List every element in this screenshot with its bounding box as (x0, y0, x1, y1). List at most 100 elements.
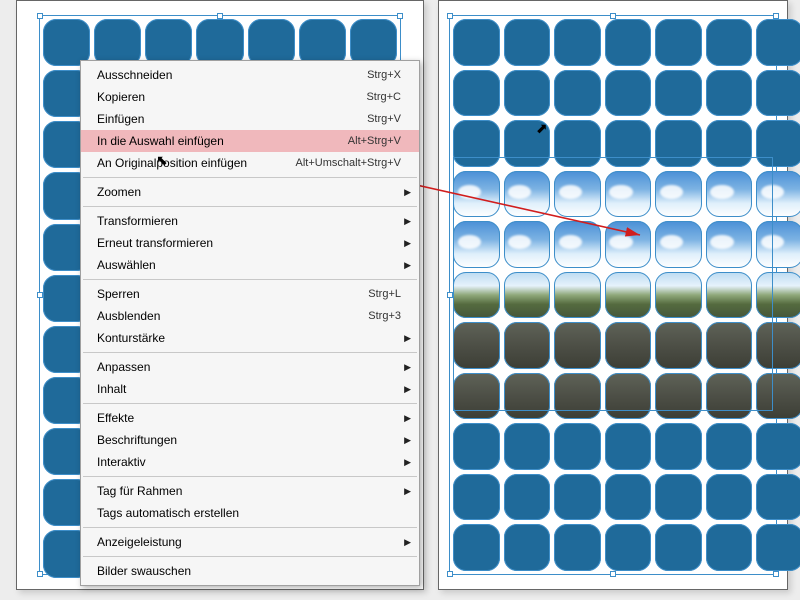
chevron-right-icon: ▶ (404, 333, 411, 344)
menu-item-label: Tag für Rahmen (97, 484, 401, 498)
grid-dot[interactable] (706, 19, 753, 66)
menu-item[interactable]: Tag für Rahmen▶ (81, 480, 419, 502)
menu-item[interactable]: Beschriftungen▶ (81, 429, 419, 451)
grid-dot[interactable] (756, 474, 800, 521)
menu-item-label: Beschriftungen (97, 433, 401, 447)
grid-dot[interactable] (605, 70, 652, 117)
menu-item-shortcut: Strg+V (367, 113, 401, 125)
grid-dot[interactable] (655, 524, 702, 571)
grid-dot[interactable] (706, 423, 753, 470)
menu-item[interactable]: Anpassen▶ (81, 356, 419, 378)
menu-item[interactable]: SperrenStrg+L (81, 283, 419, 305)
menu-item[interactable]: Inhalt▶ (81, 378, 419, 400)
menu-separator (83, 177, 417, 178)
menu-item-label: Einfügen (97, 112, 367, 126)
grid-dot[interactable] (605, 423, 652, 470)
menu-item[interactable]: An Originalposition einfügenAlt+Umschalt… (81, 152, 419, 174)
grid-dot[interactable] (756, 70, 800, 117)
chevron-right-icon: ▶ (404, 384, 411, 395)
chevron-right-icon: ▶ (404, 537, 411, 548)
menu-item-label: Anzeigeleistung (97, 535, 401, 549)
menu-item-label: Sperren (97, 287, 368, 301)
menu-item[interactable]: Konturstärke▶ (81, 327, 419, 349)
chevron-right-icon: ▶ (404, 486, 411, 497)
menu-item-label: Erneut transformieren (97, 236, 401, 250)
grid-dot[interactable] (554, 524, 601, 571)
grid-dot[interactable] (605, 524, 652, 571)
menu-item[interactable]: Erneut transformieren▶ (81, 232, 419, 254)
grid-dot[interactable] (605, 19, 652, 66)
chevron-right-icon: ▶ (404, 238, 411, 249)
page-right (438, 0, 788, 590)
menu-item[interactable]: Effekte▶ (81, 407, 419, 429)
menu-item[interactable]: Zoomen▶ (81, 181, 419, 203)
menu-item[interactable]: EinfügenStrg+V (81, 108, 419, 130)
menu-item-shortcut: Alt+Strg+V (348, 135, 401, 147)
menu-item-label: Ausblenden (97, 309, 368, 323)
menu-item-label: Transformieren (97, 214, 401, 228)
grid-dot[interactable] (453, 524, 500, 571)
grid-dot[interactable] (453, 70, 500, 117)
grid-dot[interactable] (655, 474, 702, 521)
menu-item-label: Bilder swauschen (97, 564, 401, 578)
grid-dot[interactable] (554, 19, 601, 66)
menu-item-shortcut: Strg+3 (368, 310, 401, 322)
grid-dot[interactable] (453, 423, 500, 470)
grid-dot[interactable] (706, 524, 753, 571)
menu-separator (83, 476, 417, 477)
menu-item[interactable]: KopierenStrg+C (81, 86, 419, 108)
menu-item-shortcut: Alt+Umschalt+Strg+V (296, 157, 401, 169)
grid-dot[interactable] (554, 474, 601, 521)
grid-dot[interactable] (605, 474, 652, 521)
menu-item-label: In die Auswahl einfügen (97, 134, 348, 148)
menu-item[interactable]: Anzeigeleistung▶ (81, 531, 419, 553)
menu-item-label: Effekte (97, 411, 401, 425)
menu-item-shortcut: Strg+L (368, 288, 401, 300)
menu-separator (83, 403, 417, 404)
menu-item-shortcut: Strg+X (367, 69, 401, 81)
grid-dot[interactable] (504, 70, 551, 117)
grid-dot[interactable] (504, 19, 551, 66)
menu-item[interactable]: Auswählen▶ (81, 254, 419, 276)
chevron-right-icon: ▶ (404, 260, 411, 271)
menu-separator (83, 206, 417, 207)
menu-item[interactable]: AusschneidenStrg+X (81, 64, 419, 86)
menu-item-label: Inhalt (97, 382, 401, 396)
menu-item[interactable]: AusblendenStrg+3 (81, 305, 419, 327)
menu-item-label: Ausschneiden (97, 68, 367, 82)
chevron-right-icon: ▶ (404, 413, 411, 424)
chevron-right-icon: ▶ (404, 457, 411, 468)
chevron-right-icon: ▶ (404, 362, 411, 373)
menu-item[interactable]: Transformieren▶ (81, 210, 419, 232)
context-menu[interactable]: AusschneidenStrg+XKopierenStrg+CEinfügen… (80, 60, 420, 586)
menu-item[interactable]: Interaktiv▶ (81, 451, 419, 473)
grid-dot[interactable] (504, 524, 551, 571)
grid-dot[interactable] (756, 19, 800, 66)
grid-dot[interactable] (504, 474, 551, 521)
grid-dot[interactable] (554, 70, 601, 117)
chevron-right-icon: ▶ (404, 216, 411, 227)
menu-separator (83, 279, 417, 280)
menu-item[interactable]: Bilder swauschen (81, 560, 419, 582)
grid-dot[interactable] (504, 423, 551, 470)
menu-item-label: Auswählen (97, 258, 401, 272)
paste-target-frame[interactable] (453, 157, 773, 411)
grid-dot[interactable] (756, 423, 800, 470)
grid-dot[interactable] (655, 423, 702, 470)
grid-dot[interactable] (453, 19, 500, 66)
menu-item-label: Kopieren (97, 90, 366, 104)
grid-dot[interactable] (453, 474, 500, 521)
grid-dot[interactable] (756, 524, 800, 571)
menu-item-label: Tags automatisch erstellen (97, 506, 401, 520)
menu-item-shortcut: Strg+C (366, 91, 401, 103)
grid-dot[interactable] (706, 70, 753, 117)
menu-item[interactable]: In die Auswahl einfügenAlt+Strg+V (81, 130, 419, 152)
grid-dot[interactable] (706, 474, 753, 521)
menu-item-label: Zoomen (97, 185, 401, 199)
menu-item[interactable]: Tags automatisch erstellen (81, 502, 419, 524)
menu-item-label: Interaktiv (97, 455, 401, 469)
grid-dot[interactable] (655, 19, 702, 66)
grid-dot[interactable] (554, 423, 601, 470)
grid-dot[interactable] (655, 70, 702, 117)
menu-separator (83, 556, 417, 557)
